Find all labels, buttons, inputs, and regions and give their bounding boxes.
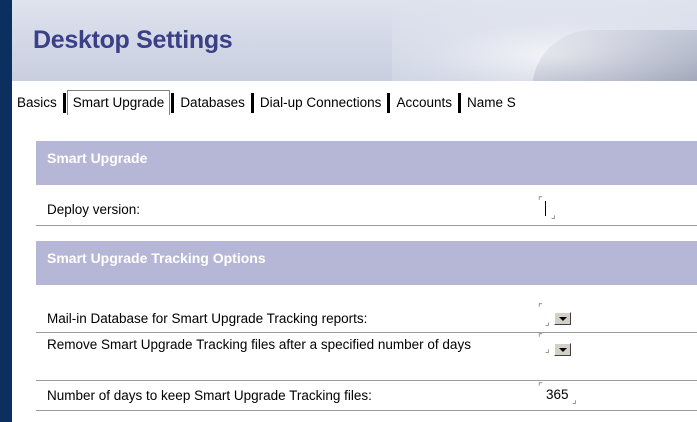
deploy-version-label: Deploy version: <box>47 202 141 217</box>
field-open-bracket-icon: ⌜ <box>538 382 543 393</box>
mailin-database-label: Mail-in Database for Smart Upgrade Track… <box>47 311 368 326</box>
tab-smart-upgrade[interactable]: Smart Upgrade <box>66 90 171 115</box>
days-to-keep-label: Number of days to keep Smart Upgrade Tra… <box>47 388 372 403</box>
tab-separator <box>171 93 175 114</box>
row-remove-tracking-files: Remove Smart Upgrade Tracking files afte… <box>36 333 697 381</box>
tab-separator <box>457 93 461 114</box>
tab-accounts[interactable]: Accounts <box>391 91 457 115</box>
field-close-bracket-icon: ⌟ <box>545 317 550 328</box>
remove-tracking-files-label: Remove Smart Upgrade Tracking files afte… <box>47 337 471 352</box>
tab-dialup-connections[interactable]: Dial-up Connections <box>255 91 387 115</box>
tab-databases[interactable]: Databases <box>175 91 250 115</box>
tab-separator <box>387 93 391 114</box>
field-close-bracket-icon: ⌟ <box>545 344 550 355</box>
field-open-bracket-icon: ⌜ <box>538 196 543 207</box>
tab-separator <box>250 93 254 114</box>
page-title: Desktop Settings <box>33 26 233 54</box>
row-deploy-version: Deploy version: ⌜ ⌟ <box>36 194 697 226</box>
row-mailin-database: Mail-in Database for Smart Upgrade Track… <box>36 302 697 333</box>
tab-name-servers[interactable]: Name S <box>462 91 521 115</box>
settings-document: Desktop Settings Basics Smart Upgrade Data… <box>12 0 697 422</box>
field-close-bracket-icon: ⌟ <box>572 395 577 406</box>
page-header: Desktop Settings <box>12 0 697 81</box>
field-open-bracket-icon: ⌜ <box>538 333 543 344</box>
tab-bar: Basics Smart Upgrade Databases Dial-up Conn… <box>12 90 521 116</box>
dropdown-arrow-icon[interactable] <box>554 343 571 356</box>
days-to-keep-field[interactable]: 365 <box>546 387 569 402</box>
section-header-smart-upgrade: Smart Upgrade <box>36 141 697 185</box>
section-title-tracking-options: Smart Upgrade Tracking Options <box>47 250 266 266</box>
text-cursor <box>545 201 546 216</box>
row-days-to-keep: Number of days to keep Smart Upgrade Tra… <box>36 381 697 411</box>
field-close-bracket-icon: ⌟ <box>551 210 556 221</box>
field-open-bracket-icon: ⌜ <box>538 303 543 314</box>
dropdown-arrow-icon[interactable] <box>554 312 571 325</box>
tab-separator <box>62 93 66 114</box>
section-header-tracking-options: Smart Upgrade Tracking Options <box>36 241 697 285</box>
section-title-smart-upgrade: Smart Upgrade <box>47 150 148 166</box>
tab-basics[interactable]: Basics <box>12 91 62 115</box>
